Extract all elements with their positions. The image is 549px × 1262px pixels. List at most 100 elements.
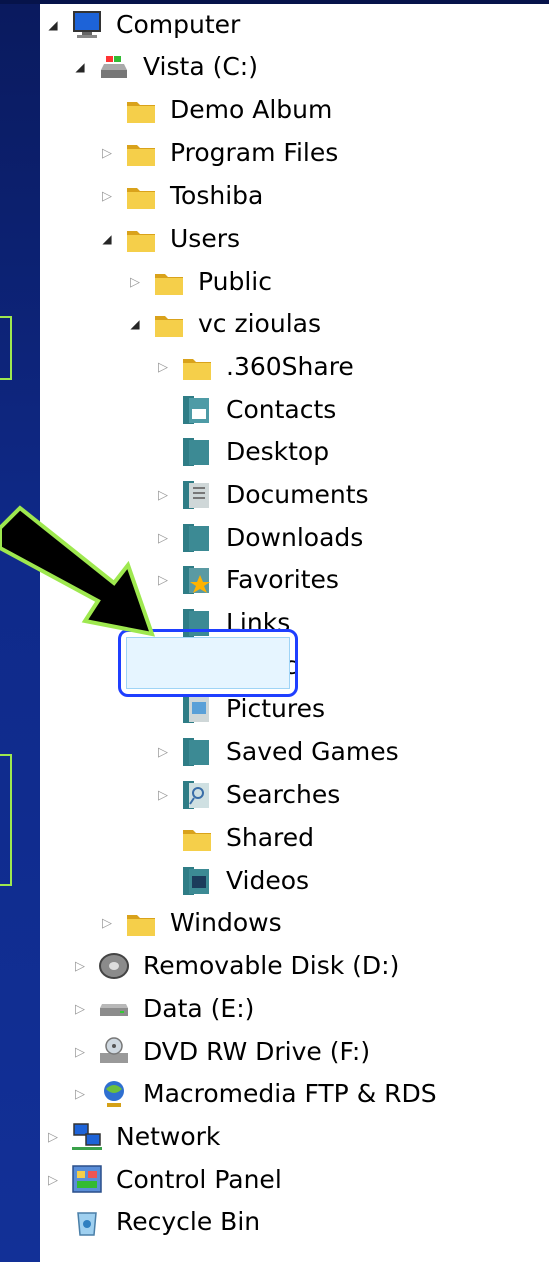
- tree-item[interactable]: ▷ Control Panel: [48, 1160, 282, 1200]
- tree-item[interactable]: Shared: [180, 818, 314, 858]
- folder-icon: [152, 265, 186, 299]
- expand-triangle-icon[interactable]: ▷: [154, 560, 172, 600]
- expand-triangle-icon[interactable]: ▷: [98, 133, 116, 173]
- tree-item[interactable]: ▷ Toshiba: [102, 176, 264, 216]
- tree-item-label: Saved Games: [226, 737, 399, 766]
- callout-box-fragment: [0, 754, 12, 886]
- network-icon: [70, 1120, 104, 1154]
- tree-item[interactable]: ▷ Program Files: [102, 133, 339, 173]
- tree-item-label: Shared: [226, 823, 315, 852]
- contacts-folder-icon: [180, 393, 214, 427]
- tree-item-label: Videos: [226, 866, 310, 895]
- tree-item[interactable]: Contacts: [180, 390, 336, 430]
- tree-item[interactable]: ▷ Downloads: [158, 518, 364, 558]
- tree-item[interactable]: ▷ Data (E:): [75, 989, 255, 1029]
- tree-item[interactable]: Recycle Bin: [70, 1202, 260, 1242]
- expand-triangle-icon[interactable]: ▷: [71, 946, 89, 986]
- tree-item[interactable]: ▷ Windows: [102, 903, 282, 943]
- tree-item[interactable]: ◢ Computer: [48, 5, 241, 45]
- expand-triangle-icon[interactable]: ▷: [154, 518, 172, 558]
- favorites-folder-icon: [180, 563, 214, 597]
- desktop-folder-icon: [180, 435, 214, 469]
- tree-item[interactable]: ▷ Network: [48, 1117, 221, 1157]
- expand-triangle-icon[interactable]: ▷: [44, 1117, 62, 1157]
- tree-item-label: Contacts: [226, 395, 337, 424]
- tree-item-label: Recycle Bin: [116, 1207, 261, 1236]
- tree-item[interactable]: Desktop: [180, 432, 329, 472]
- tree-item-label: Downloads: [226, 523, 364, 552]
- tree-item[interactable]: ▷ Public: [130, 262, 272, 302]
- tree-item-label: .360Share: [226, 352, 354, 381]
- saved-games-folder-icon: [180, 735, 214, 769]
- folder-icon: [180, 350, 214, 384]
- expand-triangle-icon[interactable]: ▷: [126, 262, 144, 302]
- expand-triangle-icon[interactable]: ▷: [154, 775, 172, 815]
- tree-item-label: Control Panel: [116, 1165, 282, 1194]
- computer-icon: [70, 8, 104, 42]
- tree-item-label: Network: [116, 1122, 221, 1151]
- tree-item-label: Computer: [116, 10, 241, 39]
- expand-triangle-icon[interactable]: ▷: [154, 732, 172, 772]
- tree-item-label: DVD RW Drive (F:): [143, 1037, 371, 1066]
- tree-item[interactable]: Videos: [180, 861, 309, 901]
- collapse-triangle-icon[interactable]: ◢: [98, 219, 116, 259]
- expand-triangle-icon[interactable]: ▷: [154, 475, 172, 515]
- tree-item-label: Desktop: [226, 437, 330, 466]
- collapse-triangle-icon[interactable]: ◢: [44, 5, 62, 45]
- callout-box-fragment: [0, 316, 12, 380]
- tree-item[interactable]: ▷ Saved Games: [158, 732, 399, 772]
- documents-folder-icon: [180, 478, 214, 512]
- folder-icon: [152, 307, 186, 341]
- tree-item[interactable]: ▷ Removable Disk (D:): [75, 946, 400, 986]
- tree-item[interactable]: ◢ Users: [102, 219, 241, 259]
- videos-folder-icon: [180, 864, 214, 898]
- expand-triangle-icon[interactable]: ▷: [71, 1074, 89, 1114]
- tree-item-label: Favorites: [226, 565, 339, 594]
- tree-item-label: Program Files: [170, 138, 339, 167]
- hard-drive-icon: [97, 992, 131, 1026]
- expand-triangle-icon[interactable]: ▷: [154, 347, 172, 387]
- removable-disk-icon: [97, 949, 131, 983]
- tree-item[interactable]: ▷ Documents: [158, 475, 369, 515]
- expand-triangle-icon[interactable]: ▷: [71, 1032, 89, 1072]
- folder-icon: [124, 136, 158, 170]
- tree-item[interactable]: ▷ .360Share: [158, 347, 354, 387]
- tree-item[interactable]: ▷ DVD RW Drive (F:): [75, 1032, 371, 1072]
- tree-item[interactable]: ▷ Favorites: [158, 560, 339, 600]
- folder-icon: [124, 179, 158, 213]
- tree-item-label: Users: [170, 224, 241, 253]
- tree-item-label: Vista (C:): [143, 52, 258, 81]
- folder-icon: [180, 821, 214, 855]
- tree-item-label: Macromedia FTP & RDS: [143, 1079, 437, 1108]
- tree-item[interactable]: ▷ Searches: [158, 775, 341, 815]
- folder-icon: [124, 93, 158, 127]
- searches-folder-icon: [180, 778, 214, 812]
- collapse-triangle-icon[interactable]: ◢: [126, 304, 144, 344]
- tree-item-label: Demo Album: [170, 95, 333, 124]
- tree-item[interactable]: ◢ Vista (C:): [75, 47, 258, 87]
- dvd-drive-icon: [97, 1035, 131, 1069]
- tree-item-label: Windows: [170, 908, 282, 937]
- recycle-bin-icon: [70, 1205, 104, 1239]
- tree-item-label: Removable Disk (D:): [143, 951, 400, 980]
- tree-item-label: vc zioulas: [198, 309, 321, 338]
- folder-icon: [124, 906, 158, 940]
- pictures-folder-icon: [180, 692, 214, 726]
- tree-item-label: Toshiba: [170, 181, 264, 210]
- downloads-folder-icon: [180, 521, 214, 555]
- drive-icon: [97, 50, 131, 84]
- tree-item-label: Data (E:): [143, 994, 255, 1023]
- collapse-triangle-icon[interactable]: ◢: [71, 47, 89, 87]
- tree-item[interactable]: ▷ Macromedia FTP & RDS: [75, 1074, 437, 1114]
- expand-triangle-icon[interactable]: ▷: [44, 1160, 62, 1200]
- tree-item[interactable]: Demo Album: [124, 90, 332, 130]
- tree-item-label: Public: [198, 267, 272, 296]
- expand-triangle-icon[interactable]: ▷: [98, 903, 116, 943]
- tree-item[interactable]: ◢ vc zioulas: [130, 304, 321, 344]
- expand-triangle-icon[interactable]: ▷: [71, 989, 89, 1029]
- tree-item-label: Searches: [226, 780, 341, 809]
- control-panel-icon: [70, 1163, 104, 1197]
- ftp-globe-icon: [97, 1077, 131, 1111]
- tree-item-label: Documents: [226, 480, 369, 509]
- expand-triangle-icon[interactable]: ▷: [98, 176, 116, 216]
